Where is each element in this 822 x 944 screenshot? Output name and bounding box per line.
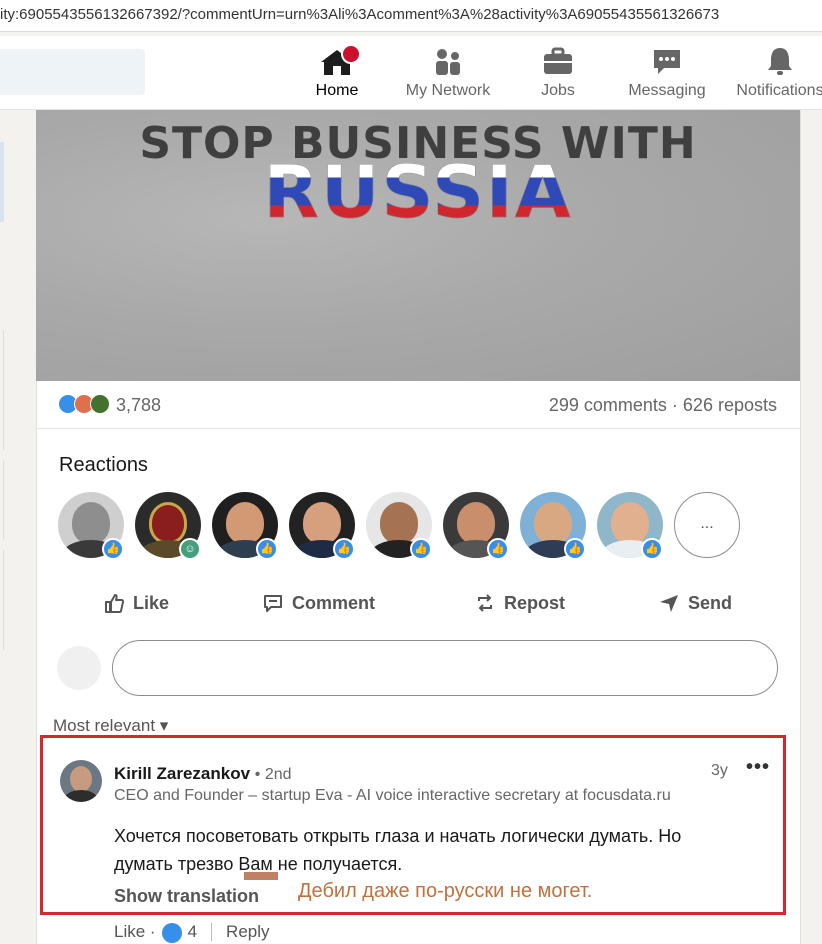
like-badge-icon: 👍	[641, 538, 663, 560]
like-button-label: Like	[133, 592, 170, 613]
funny-badge-icon: ☺	[179, 538, 201, 560]
caret-down-icon: ▾	[159, 716, 169, 735]
like-badge-icon: 👍	[410, 538, 432, 560]
annotation-text: Дебил даже по-русски не могет.	[298, 880, 593, 902]
support-reaction-icon	[90, 394, 110, 414]
comment-reply-button[interactable]: Reply	[226, 922, 269, 942]
sort-label: Most relevant	[53, 716, 156, 735]
like-badge-icon: 👍	[564, 538, 586, 560]
nav-my-network[interactable]: My Network	[398, 44, 498, 108]
briefcase-icon	[544, 47, 572, 74]
send-button-label: Send	[688, 592, 733, 613]
send-button[interactable]: Send	[658, 590, 732, 616]
comment-author-headline: CEO and Founder – startup Eva - AI voice…	[114, 787, 671, 804]
comment-author[interactable]: Kirill Zarezankov • 2nd	[114, 764, 292, 784]
address-bar[interactable]: ity:6905543556132667392/?commentUrn=urn%…	[0, 0, 822, 32]
bell-icon	[768, 48, 792, 75]
show-translation-button[interactable]: Show translation	[114, 886, 259, 907]
nav-jobs[interactable]: Jobs	[520, 44, 596, 108]
top-nav: Home My Network Jobs Messaging Notificat…	[0, 36, 822, 114]
like-reaction-icon	[161, 923, 182, 943]
nav-home[interactable]: Home	[283, 44, 391, 114]
send-icon	[660, 595, 678, 612]
like-badge-icon: 👍	[256, 538, 278, 560]
messaging-icon	[654, 50, 680, 74]
repost-button-label: Repost	[504, 592, 566, 613]
connection-degree: • 2nd	[254, 766, 292, 783]
repost-icon	[478, 594, 492, 612]
left-sidebar-edge	[0, 110, 6, 944]
comment-text-line: думать трезво Вам не получается.	[114, 854, 403, 874]
comment-text: Хочется посоветовать открыть глаза и нач…	[114, 822, 754, 878]
nav-my-network-label: My Network	[405, 82, 491, 99]
social-counts: 3,788 299 comments · 626 reposts	[36, 381, 800, 429]
comment-footer: Like · 4 Reply	[114, 922, 270, 943]
network-icon	[436, 49, 460, 75]
reaction-count[interactable]: 3,788	[116, 395, 161, 416]
comment-time: 3y	[711, 762, 728, 779]
sort-dropdown[interactable]: Most relevant ▾	[53, 716, 168, 736]
like-button[interactable]: Like	[103, 590, 169, 616]
notification-badge	[341, 44, 361, 64]
more-reactors-button[interactable]: ...	[674, 492, 740, 558]
comment-like-count[interactable]: 4	[188, 922, 197, 942]
comment-like-button[interactable]: Like ·	[114, 922, 156, 942]
like-badge-icon: 👍	[102, 538, 124, 560]
like-badge-icon: 👍	[487, 538, 509, 560]
comment-icon	[264, 595, 282, 612]
comment-author-name: Kirill Zarezankov	[114, 764, 251, 783]
search-input[interactable]	[0, 49, 145, 95]
underline-mark	[244, 872, 278, 880]
comment-text-line: Хочется посоветовать открыть глаза и нач…	[114, 826, 682, 846]
comment-button-label: Comment	[292, 592, 376, 613]
nav-messaging[interactable]: Messaging	[622, 44, 712, 108]
nav-messaging-label: Messaging	[628, 82, 706, 99]
post-image-flag-text: RUSSIA	[36, 150, 800, 235]
divider	[211, 923, 213, 941]
like-badge-icon: 👍	[333, 538, 355, 560]
add-comment-input[interactable]	[112, 640, 778, 696]
comments-reposts-count[interactable]: 299 comments · 626 reposts	[549, 395, 777, 416]
thumbs-up-icon	[105, 594, 124, 613]
comment-button[interactable]: Comment	[262, 590, 375, 616]
nav-jobs-label: Jobs	[541, 82, 575, 99]
nav-notifications-label: Notifications	[736, 82, 822, 99]
commenter-avatar[interactable]	[60, 760, 102, 802]
nav-home-label: Home	[315, 82, 359, 99]
post-image[interactable]: STOP BUSINESS WITH RUSSIA	[36, 110, 800, 381]
current-user-avatar	[57, 646, 101, 690]
nav-notifications[interactable]: Notifications	[730, 44, 822, 108]
repost-button[interactable]: Repost	[474, 590, 565, 616]
comment-options-button[interactable]: •••	[746, 756, 770, 779]
reactions-title: Reactions	[59, 454, 148, 476]
address-bar-url: ity:6905543556132667392/?commentUrn=urn%…	[0, 6, 720, 23]
